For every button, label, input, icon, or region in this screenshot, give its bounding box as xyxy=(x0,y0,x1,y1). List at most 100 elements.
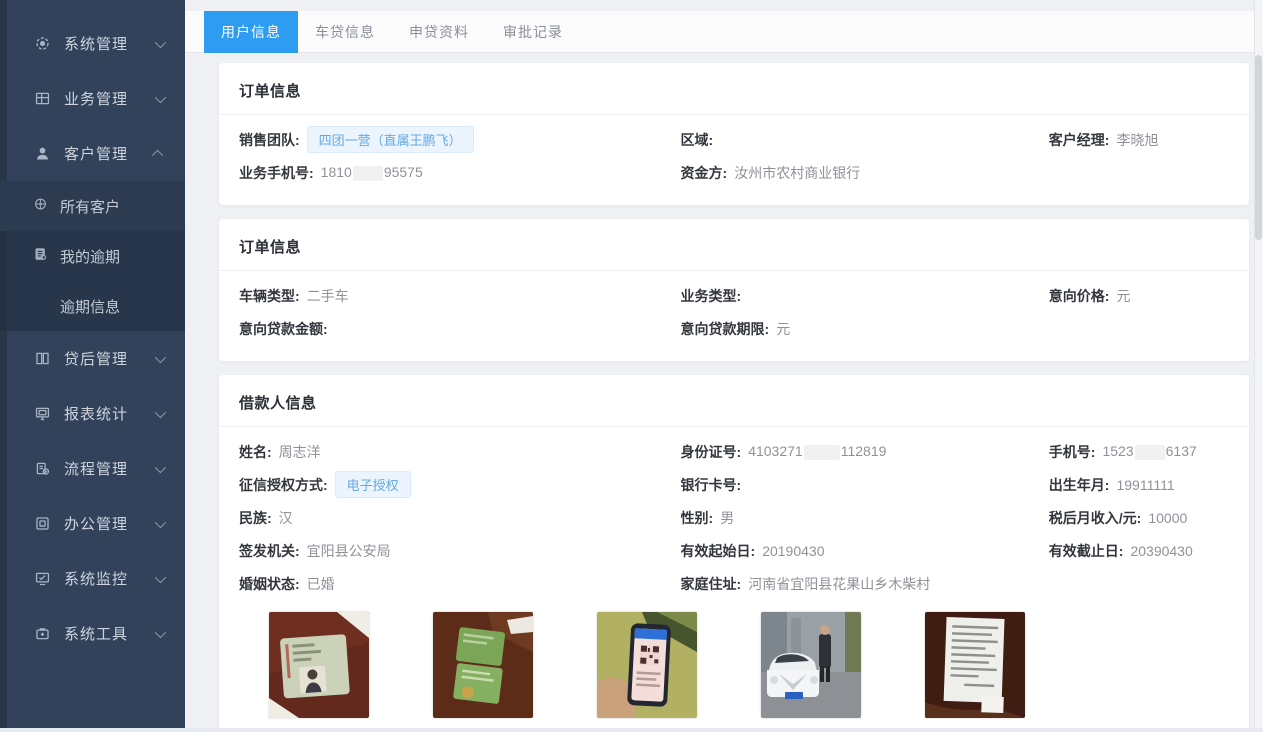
credit-auth-tag[interactable]: 电子授权 xyxy=(335,471,411,498)
field-account-manager: 客户经理: 李晓旭 xyxy=(1049,130,1229,150)
field-value: 二手车 xyxy=(307,286,349,306)
sidebar-item-label: 贷后管理 xyxy=(64,348,128,369)
chevron-down-icon xyxy=(155,626,166,637)
field-value: 20190430 xyxy=(762,543,824,559)
photo-thumbnail-qr-report[interactable] xyxy=(597,612,697,718)
user-icon xyxy=(33,145,51,163)
sidebar-item-report-statistics[interactable]: 报表统计 xyxy=(0,386,185,441)
field-valid-to: 有效截止日: 20390430 xyxy=(1049,541,1229,561)
sidebar-item-label: 业务管理 xyxy=(64,88,128,109)
field-intent-loan-amount: 意向贷款金额: xyxy=(239,319,681,339)
field-value: 181095575 xyxy=(321,164,423,181)
sidebar-item-customer-management[interactable]: 客户管理 xyxy=(0,126,185,181)
tab-approval-records[interactable]: 审批记录 xyxy=(486,11,580,53)
sidebar-subitem-all-customers[interactable]: 所有客户 xyxy=(0,181,185,231)
field-label: 身份证号: xyxy=(681,442,742,462)
field-value: 10000 xyxy=(1148,510,1187,526)
photo-thumbnail-person-with-car[interactable] xyxy=(761,612,861,718)
field-label: 手机号: xyxy=(1049,442,1096,462)
field-value: 宜阳县公安局 xyxy=(307,541,391,561)
field-label: 家庭住址: xyxy=(681,574,742,594)
field-value: 李晓旭 xyxy=(1116,130,1158,150)
field-mobile-number: 手机号: 15236137 xyxy=(1049,442,1229,462)
order-info-card-2: 订单信息 车辆类型: 二手车 业务类型: 意向价格: 元 xyxy=(219,219,1249,361)
borrower-info-card: 借款人信息 姓名: 周志洋 身份证号: 4103271112819 手机号: 1… xyxy=(219,375,1249,732)
field-id-number: 身份证号: 4103271112819 xyxy=(681,442,1049,462)
field-region: 区域: xyxy=(681,130,1049,150)
customer-management-submenu: 所有客户 我的逾期 逾期信息 xyxy=(0,181,185,331)
photo-thumbnail-id-card[interactable] xyxy=(269,612,369,718)
field-label: 客户经理: xyxy=(1049,130,1110,150)
sidebar-item-label: 系统监控 xyxy=(64,568,128,589)
sidebar-item-system-tools[interactable]: 系统工具 xyxy=(0,606,185,661)
field-label: 有效截止日: xyxy=(1049,541,1124,561)
scrollbar-thumb[interactable] xyxy=(1255,55,1262,240)
chevron-down-icon xyxy=(155,91,166,102)
field-label: 婚姻状态: xyxy=(239,574,300,594)
field-value: 15236137 xyxy=(1102,443,1196,460)
sidebar-item-label: 报表统计 xyxy=(64,403,128,424)
main-content: 用户信息 车贷信息 申贷资料 审批记录 订单信息 销售团队: 四团一营（直属王鹏… xyxy=(185,0,1263,732)
card-title: 借款人信息 xyxy=(219,375,1249,427)
field-issuing-authority: 签发机关: 宜阳县公安局 xyxy=(239,541,681,561)
card-title: 订单信息 xyxy=(219,219,1249,271)
gear-icon xyxy=(33,35,51,53)
field-vehicle-type: 车辆类型: 二手车 xyxy=(239,286,681,306)
chevron-down-icon xyxy=(155,36,166,47)
chevron-down-icon xyxy=(155,516,166,527)
sidebar-subitem-label: 我的逾期 xyxy=(60,246,120,267)
chevron-down-icon xyxy=(155,351,166,362)
office-icon xyxy=(33,515,51,533)
notebook-icon xyxy=(33,247,48,266)
sidebar: 系统管理 业务管理 客户管理 所有客户 xyxy=(0,0,185,732)
sidebar-item-office-management[interactable]: 办公管理 xyxy=(0,496,185,551)
field-fund-provider: 资金方: 汝州市农村商业银行 xyxy=(681,163,1049,183)
field-value: 已婚 xyxy=(307,574,335,594)
field-value: 元 xyxy=(1116,286,1130,306)
sidebar-item-postloan-management[interactable]: 贷后管理 xyxy=(0,331,185,386)
sales-team-tag[interactable]: 四团一营（直属王鹏飞） xyxy=(307,126,474,153)
field-label: 签发机关: xyxy=(239,541,300,561)
sidebar-item-system-management[interactable]: 系统管理 xyxy=(0,16,185,71)
field-label: 区域: xyxy=(681,130,714,150)
card-title: 订单信息 xyxy=(219,63,1249,115)
tab-user-info[interactable]: 用户信息 xyxy=(204,11,298,53)
sidebar-item-business-management[interactable]: 业务管理 xyxy=(0,71,185,126)
chevron-down-icon xyxy=(155,571,166,582)
field-label: 意向价格: xyxy=(1049,286,1110,306)
table-icon xyxy=(33,90,51,108)
chevron-down-icon xyxy=(155,406,166,417)
sidebar-subitem-overdue-info[interactable]: 逾期信息 xyxy=(0,281,185,331)
field-name: 姓名: 周志洋 xyxy=(239,442,681,462)
sidebar-item-label: 流程管理 xyxy=(64,458,128,479)
sidebar-item-label: 系统工具 xyxy=(64,623,128,644)
field-business-type: 业务类型: xyxy=(681,286,1049,306)
tab-loan-application-materials[interactable]: 申贷资料 xyxy=(392,11,486,53)
sidebar-item-system-monitor[interactable]: 系统监控 xyxy=(0,551,185,606)
field-value: 20390430 xyxy=(1130,543,1192,559)
field-label: 民族: xyxy=(239,508,272,528)
book-icon xyxy=(33,350,51,368)
field-gender: 性别: 男 xyxy=(681,508,1049,528)
photo-thumbnail-license-booklet[interactable] xyxy=(433,612,533,718)
field-birth-date: 出生年月: 19911111 xyxy=(1049,475,1229,495)
vertical-scrollbar[interactable] xyxy=(1254,0,1263,732)
field-label: 姓名: xyxy=(239,442,272,462)
tab-car-loan-info[interactable]: 车贷信息 xyxy=(298,11,392,53)
sidebar-item-process-management[interactable]: 流程管理 xyxy=(0,441,185,496)
report-icon xyxy=(33,405,51,423)
field-label: 资金方: xyxy=(681,163,728,183)
field-label: 税后月收入/元: xyxy=(1049,508,1142,528)
field-marital-status: 婚姻状态: 已婚 xyxy=(239,574,681,594)
chevron-up-icon xyxy=(152,149,163,160)
redaction-blur xyxy=(353,166,383,181)
field-label: 有效起始日: xyxy=(681,541,756,561)
field-credit-auth-method: 征信授权方式: 电子授权 xyxy=(239,471,681,498)
photo-thumbnail-handwritten-document[interactable] xyxy=(925,612,1025,718)
field-value: 19911111 xyxy=(1116,477,1174,493)
detail-scroll-area: 订单信息 销售团队: 四团一营（直属王鹏飞） 区域: 客户经理: 李晓旭 xyxy=(185,53,1263,732)
sidebar-subitem-my-overdue[interactable]: 我的逾期 xyxy=(0,231,185,281)
field-label: 出生年月: xyxy=(1049,475,1110,495)
field-label: 车辆类型: xyxy=(239,286,300,306)
bottom-edge-strip xyxy=(0,728,1263,732)
